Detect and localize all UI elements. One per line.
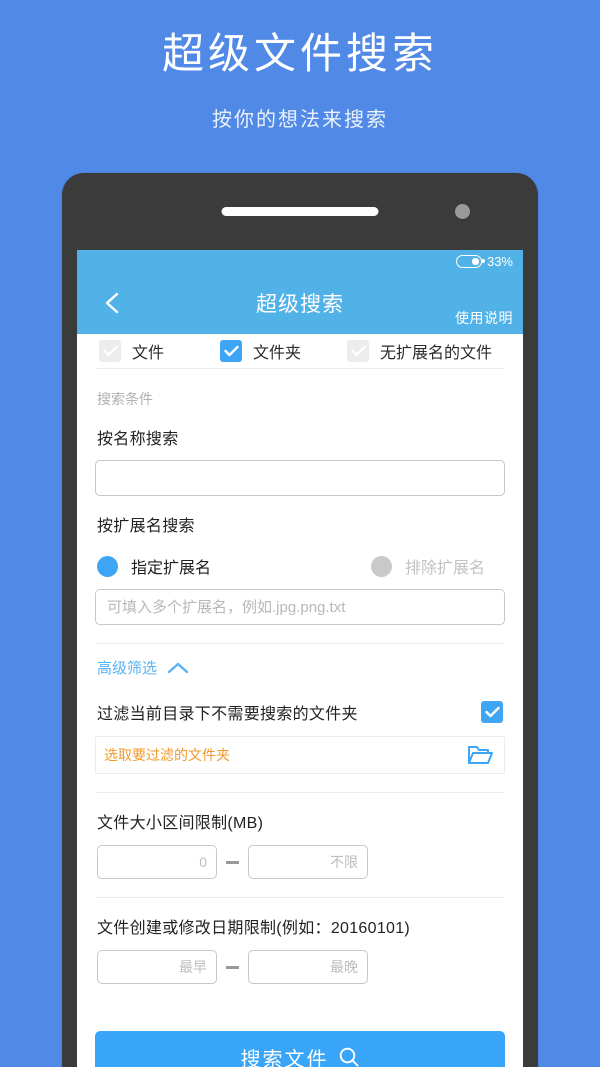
date-max-input[interactable] xyxy=(248,950,368,984)
extension-search-label: 按扩展名搜索 xyxy=(97,518,195,535)
app-bar: 超级搜索 使用说明 xyxy=(77,272,523,334)
check-icon xyxy=(350,345,366,357)
search-files-button[interactable]: 搜索文件 xyxy=(95,1031,505,1067)
pick-filter-folders-row[interactable]: 选取要过滤的文件夹 xyxy=(95,736,505,774)
date-range-label: 文件创建或修改日期限制(例如：20160101) xyxy=(97,920,411,937)
size-max-input[interactable] xyxy=(248,845,368,879)
checkbox-filter-folders[interactable] xyxy=(481,701,503,723)
phone-bezel-top xyxy=(62,173,538,250)
folder-open-icon[interactable] xyxy=(467,744,494,766)
checkbox-item-files[interactable]: 文件 xyxy=(99,339,164,363)
status-bar: 33% xyxy=(77,250,523,272)
front-camera-icon xyxy=(455,204,470,219)
checkbox-item-folders[interactable]: 文件夹 xyxy=(220,339,301,363)
name-search-input[interactable] xyxy=(95,460,505,496)
promo-header: 超级文件搜索 按你的想法来搜索 xyxy=(0,0,600,132)
phone-mockup: 33% 超级搜索 使用说明 文件 文件夹 无扩展名的文件 搜索条件 按名称搜索 … xyxy=(62,173,538,1067)
radio-label-include-extension: 指定扩展名 xyxy=(131,560,212,577)
extension-search-input[interactable] xyxy=(95,589,505,625)
name-search-label: 按名称搜索 xyxy=(97,431,179,448)
battery-level-fill xyxy=(472,257,479,265)
battery-percent-label: 33% xyxy=(486,253,513,269)
search-conditions-label: 搜索条件 xyxy=(97,391,153,407)
chevron-left-icon xyxy=(105,292,119,314)
back-button[interactable] xyxy=(99,290,125,316)
file-type-filter-row: 文件 文件夹 无扩展名的文件 xyxy=(95,334,505,369)
checkbox-label-folders: 文件夹 xyxy=(253,345,302,362)
speaker-grille-icon xyxy=(221,207,379,216)
help-link[interactable]: 使用说明 xyxy=(455,308,513,328)
check-icon xyxy=(223,345,239,357)
size-range-label: 文件大小区间限制(MB) xyxy=(97,815,264,832)
phone-screen: 33% 超级搜索 使用说明 文件 文件夹 无扩展名的文件 搜索条件 按名称搜索 … xyxy=(77,250,523,1067)
advanced-filter-label: 高级筛选 xyxy=(97,660,158,677)
checkbox-files[interactable] xyxy=(99,340,121,362)
battery-icon xyxy=(455,254,485,268)
radio-dot-include-extension[interactable] xyxy=(97,555,118,577)
chevron-up-icon[interactable] xyxy=(167,661,189,675)
advanced-filter-toggle[interactable]: 高级筛选 xyxy=(95,644,505,678)
filter-folders-label: 过滤当前目录下不需要搜索的文件夹 xyxy=(97,706,358,723)
filter-folders-row[interactable]: 过滤当前目录下不需要搜索的文件夹 xyxy=(95,678,505,724)
radio-label-exclude-extension: 排除扩展名 xyxy=(405,560,486,577)
date-min-input[interactable] xyxy=(97,950,217,984)
radio-dot-exclude-extension[interactable] xyxy=(371,555,393,577)
check-icon xyxy=(102,345,118,357)
checkbox-folders[interactable] xyxy=(220,340,243,362)
size-range-row xyxy=(95,845,505,879)
page-subtitle: 按你的想法来搜索 xyxy=(212,108,388,131)
radio-item-exclude-extension[interactable]: 排除扩展名 xyxy=(371,554,485,578)
checkbox-label-files: 文件 xyxy=(132,345,165,362)
page-title: 超级文件搜索 xyxy=(161,30,438,77)
range-dash-separator xyxy=(226,965,239,969)
checkbox-item-no-extension[interactable]: 无扩展名的文件 xyxy=(347,339,492,363)
pick-filter-folders-label: 选取要过滤的文件夹 xyxy=(104,747,230,763)
search-icon xyxy=(339,1047,358,1067)
radio-item-include-extension[interactable]: 指定扩展名 xyxy=(97,554,211,578)
check-icon xyxy=(484,706,500,718)
content-scroll-area[interactable]: 文件 文件夹 无扩展名的文件 搜索条件 按名称搜索 按扩展名搜索 指定扩展名 排… xyxy=(77,334,523,1067)
checkbox-no-extension[interactable] xyxy=(347,340,370,362)
size-min-input[interactable] xyxy=(97,845,217,879)
extension-mode-radio-group: 指定扩展名 排除扩展名 xyxy=(95,536,505,578)
date-range-row xyxy=(95,950,505,984)
checkbox-label-no-extension: 无扩展名的文件 xyxy=(380,345,493,362)
search-files-button-label: 搜索文件 xyxy=(240,1048,329,1067)
range-dash-separator xyxy=(226,860,239,864)
